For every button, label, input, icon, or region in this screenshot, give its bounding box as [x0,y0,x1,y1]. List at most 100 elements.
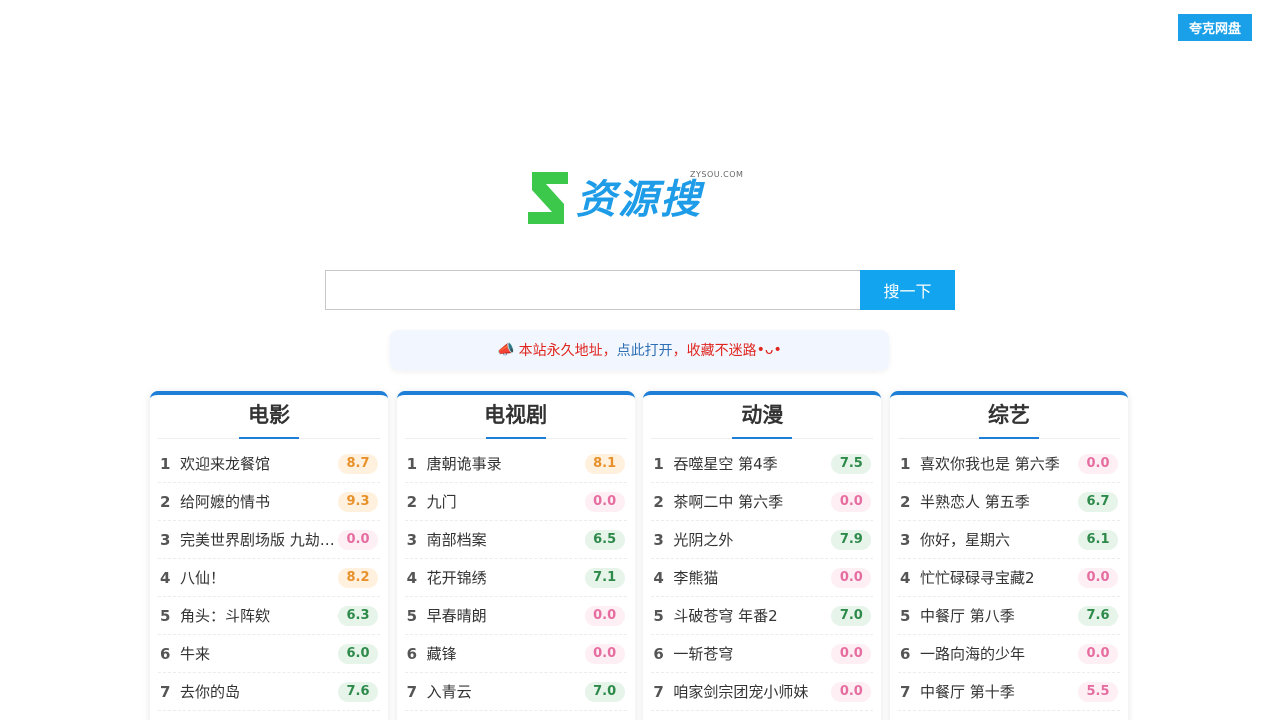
list-item[interactable]: 3 完美世界剧场版 九劫… 0.0 [158,521,380,559]
item-rank: 5 [160,606,171,625]
list-item[interactable]: 5 斗破苍穹 年番2 7.0 [651,597,874,635]
list-item[interactable]: 1 吞噬星空 第4季 7.5 [651,445,874,483]
item-title-link[interactable]: 李熊猫 [671,567,831,588]
item-score-badge: 6.5 [584,529,625,550]
search-button[interactable]: 搜一下 [860,270,955,310]
item-title-link[interactable]: 光阴之外 [671,529,831,550]
list-item[interactable]: 3 南部档案 6.5 [404,521,627,559]
item-title-link[interactable]: 牛来 [178,643,338,664]
list-item[interactable]: 6 牛来 6.0 [158,635,380,673]
list-item[interactable]: 6 藏锋 0.0 [404,635,627,673]
item-score-badge: 7.5 [831,453,872,474]
item-score-badge: 5.5 [1078,681,1118,702]
list-item[interactable]: 6 一路向海的少年 0.0 [898,635,1120,673]
list-item[interactable]: 3 你好，星期六 6.1 [898,521,1120,559]
item-rank: 7 [900,682,911,701]
item-title-link[interactable]: 去你的岛 [178,681,338,702]
list-item[interactable]: 2 给阿嬷的情书 9.3 [158,483,380,521]
item-title-link[interactable]: 给阿嬷的情书 [178,491,338,512]
item-score-badge: 7.0 [584,681,625,702]
item-title-link[interactable]: 花开锦绣 [425,567,585,588]
item-score-badge: 0.0 [584,605,625,626]
item-title-link[interactable]: 一路向海的少年 [918,643,1078,664]
item-score-badge: 6.3 [338,605,378,626]
list-item[interactable]: 5 角头：斗阵欸 6.3 [158,597,380,635]
item-score-badge: 7.9 [831,529,872,550]
list-item[interactable]: 5 早春晴朗 0.0 [404,597,627,635]
item-title-link[interactable]: 南部档案 [425,529,585,550]
notice-emoji: •ᴗ• [756,342,782,358]
item-rank: 1 [900,454,911,473]
item-rank: 1 [653,454,664,473]
item-score-badge: 0.0 [831,643,872,664]
item-rank: 5 [406,606,418,625]
item-title-link[interactable]: 半熟恋人 第五季 [918,491,1078,512]
item-title-link[interactable]: 完美世界剧场版 九劫… [178,529,338,550]
item-title-link[interactable]: 咱家剑宗团宠小师妹 [671,681,831,702]
list-item[interactable]: 4 花开锦绣 7.1 [404,559,627,597]
list-item[interactable]: 7 咱家剑宗团宠小师妹 0.0 [651,673,874,711]
item-title-link[interactable]: 忙忙碌碌寻宝藏2 [918,567,1078,588]
item-rank: 3 [653,530,664,549]
item-rank: 6 [900,644,911,663]
list-item[interactable]: 1 喜欢你我也是 第六季 0.0 [898,445,1120,483]
item-title-link[interactable]: 唐朝诡事录 [425,453,585,474]
item-title-link[interactable]: 九门 [425,491,585,512]
item-title-link[interactable]: 茶啊二中 第六季 [671,491,831,512]
list-item[interactable]: 2 茶啊二中 第六季 0.0 [651,483,874,521]
ranking-card-anime: 动漫 1 吞噬星空 第4季 7.5 2 茶啊二中 第六季 0.0 3 光阴之外 7.9 4 李熊猫 0.… [643,391,882,720]
item-score-badge: 0.0 [1078,453,1118,474]
list-item[interactable]: 7 去你的岛 7.6 [158,673,380,711]
item-rank: 4 [160,568,171,587]
list-item[interactable]: 1 唐朝诡事录 8.1 [404,445,627,483]
list-item[interactable]: 4 李熊猫 0.0 [651,559,874,597]
ranking-list: 1 欢迎来龙餐馆 8.7 2 给阿嬷的情书 9.3 3 完美世界剧场版 九劫… 0.0 4 八仙！ 8… [158,445,380,711]
card-title-text: 综艺 [988,403,1030,427]
ranking-cards: 电影 1 欢迎来龙餐馆 8.7 2 给阿嬷的情书 9.3 3 完美世界剧场版 九劫… 0.0 4 八仙… [150,391,1130,720]
permanent-address-notice: 📣 本站永久地址， 点此打开 ，收藏不迷路 •ᴗ• [390,330,889,370]
item-title-link[interactable]: 中餐厅 第十季 [918,681,1078,702]
item-title-link[interactable]: 中餐厅 第八季 [918,605,1078,626]
item-rank: 2 [900,492,911,511]
list-item[interactable]: 4 忙忙碌碌寻宝藏2 0.0 [898,559,1120,597]
item-rank: 1 [406,454,418,473]
card-title-text: 电影 [248,403,290,427]
list-item[interactable]: 7 入青云 7.0 [404,673,627,711]
list-item[interactable]: 2 九门 0.0 [404,483,627,521]
item-rank: 5 [653,606,664,625]
card-title-underline [732,437,793,439]
list-item[interactable]: 5 中餐厅 第八季 7.6 [898,597,1120,635]
item-title-link[interactable]: 你好，星期六 [918,529,1078,550]
site-logo[interactable]: 资源搜 ZYSOU.COM [524,168,754,230]
ranking-card-movie: 电影 1 欢迎来龙餐馆 8.7 2 给阿嬷的情书 9.3 3 完美世界剧场版 九劫… 0.0 4 八仙… [150,391,388,720]
item-title-link[interactable]: 一斩苍穹 [671,643,831,664]
item-title-link[interactable]: 欢迎来龙餐馆 [178,453,338,474]
item-title-link[interactable]: 喜欢你我也是 第六季 [918,453,1078,474]
search-input[interactable] [325,270,860,310]
item-title-link[interactable]: 入青云 [425,681,585,702]
item-title-link[interactable]: 藏锋 [425,643,585,664]
item-score-badge: 8.7 [338,453,378,474]
list-item[interactable]: 2 半熟恋人 第五季 6.7 [898,483,1120,521]
megaphone-icon: 📣 [497,342,515,358]
item-score-badge: 0.0 [1078,643,1118,664]
item-title-link[interactable]: 八仙！ [178,567,338,588]
notice-open-link[interactable]: 点此打开 [617,340,673,360]
item-title-link[interactable]: 斗破苍穹 年番2 [671,605,831,626]
item-score-badge: 0.0 [831,567,872,588]
item-title-link[interactable]: 角头：斗阵欸 [178,605,338,626]
ranking-list: 1 喜欢你我也是 第六季 0.0 2 半熟恋人 第五季 6.7 3 你好，星期六 6.1 4 忙忙碌… [898,445,1120,711]
quark-drive-button[interactable]: 夸克网盘 [1178,14,1252,41]
list-item[interactable]: 6 一斩苍穹 0.0 [651,635,874,673]
list-item[interactable]: 3 光阴之外 7.9 [651,521,874,559]
card-title: 动漫 [651,395,874,439]
card-title-text: 电视剧 [484,403,548,427]
item-title-link[interactable]: 吞噬星空 第4季 [671,453,831,474]
list-item[interactable]: 7 中餐厅 第十季 5.5 [898,673,1120,711]
item-score-badge: 7.6 [338,681,378,702]
list-item[interactable]: 4 八仙！ 8.2 [158,559,380,597]
item-rank: 1 [160,454,171,473]
item-title-link[interactable]: 早春晴朗 [425,605,585,626]
notice-text-2: ，收藏不迷路 [672,343,757,359]
list-item[interactable]: 1 欢迎来龙餐馆 8.7 [158,445,380,483]
